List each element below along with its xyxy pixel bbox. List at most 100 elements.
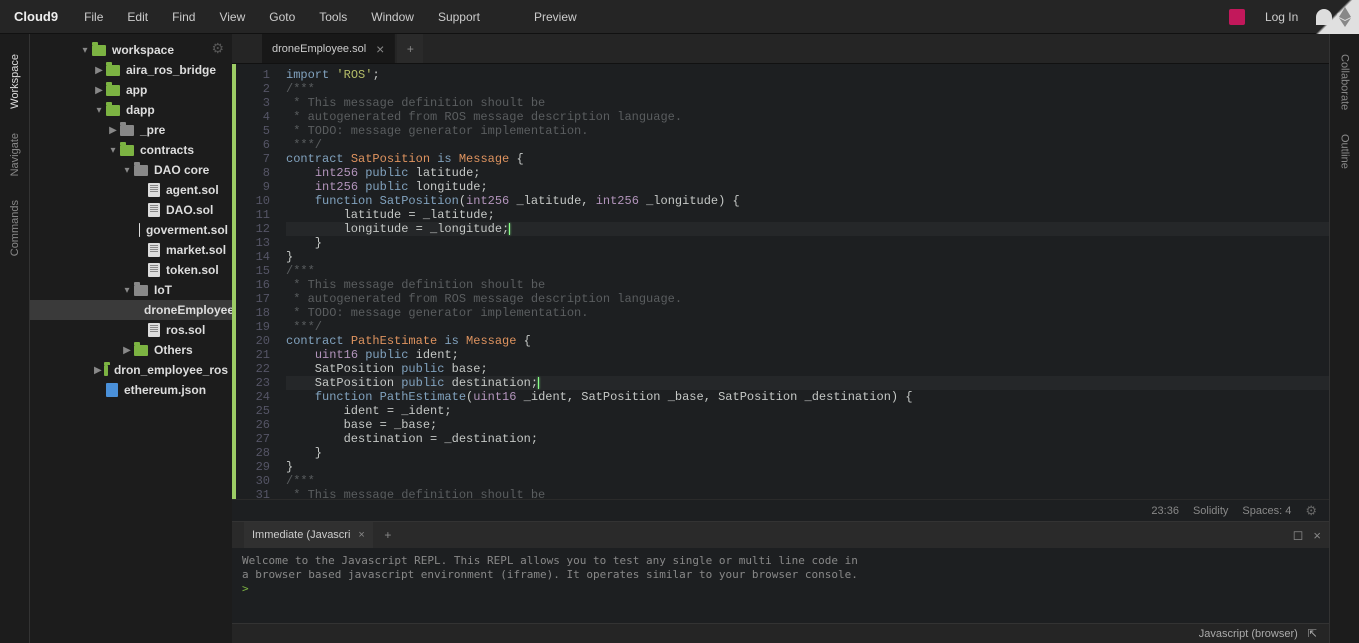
tree-label: ethereum.json: [124, 383, 206, 397]
tree-label: app: [126, 83, 147, 97]
tree-item[interactable]: agent.sol: [30, 180, 232, 200]
gear-icon[interactable]: ⚙: [1305, 503, 1317, 519]
tree-label: agent.sol: [166, 183, 219, 197]
tree-item[interactable]: droneEmployee.sol: [30, 300, 232, 320]
tree-item[interactable]: ethereum.json: [30, 380, 232, 400]
close-icon[interactable]: ×: [358, 529, 364, 541]
folder-icon: [92, 45, 106, 56]
rail-collaborate[interactable]: Collaborate: [1335, 42, 1355, 122]
folder-icon: [120, 145, 134, 156]
menu-file[interactable]: File: [72, 0, 115, 34]
bottom-status-bar: Javascript (browser) ⇱: [232, 623, 1329, 643]
menu-goto[interactable]: Goto: [257, 0, 307, 34]
close-panel-icon[interactable]: ×: [1313, 528, 1321, 543]
rail-navigate[interactable]: Navigate: [5, 121, 25, 188]
folder-icon: [106, 65, 120, 76]
new-tab-button[interactable]: +: [397, 34, 423, 63]
code-line: }: [286, 446, 1329, 460]
tree-item[interactable]: ▶app: [30, 80, 232, 100]
menu-edit[interactable]: Edit: [115, 0, 160, 34]
code-line: uint16 public ident;: [286, 348, 1329, 362]
code-line: /***: [286, 82, 1329, 96]
rail-commands[interactable]: Commands: [5, 188, 25, 268]
file-icon: [139, 223, 140, 237]
tree-item[interactable]: ▾contracts: [30, 140, 232, 160]
tree-item[interactable]: ▶_pre: [30, 120, 232, 140]
close-icon[interactable]: ×: [376, 41, 384, 57]
tree-label: _pre: [140, 123, 165, 137]
tree-item[interactable]: goverment.sol: [30, 220, 232, 240]
code-line: * This message definition shoult be: [286, 96, 1329, 110]
console-mode[interactable]: Javascript (browser): [1199, 628, 1298, 640]
editor-tab[interactable]: droneEmployee.sol ×: [262, 34, 395, 63]
folder-icon: [106, 105, 120, 116]
tree-item[interactable]: ▶Others: [30, 340, 232, 360]
code-line: * TODO: message generator implementation…: [286, 124, 1329, 138]
menubar: Cloud9 FileEditFindViewGotoToolsWindowSu…: [0, 0, 1359, 34]
indent-mode[interactable]: Spaces: 4: [1242, 505, 1291, 517]
tree-item[interactable]: ▾dapp: [30, 100, 232, 120]
tree-label: workspace: [112, 43, 174, 57]
console-prompt: >: [242, 582, 249, 595]
code-line: base = _base;: [286, 418, 1329, 432]
menu-support[interactable]: Support: [426, 0, 492, 34]
console-body[interactable]: Welcome to the Javascript REPL. This REP…: [232, 548, 1329, 623]
console-text: a browser based javascript environment (…: [242, 568, 1319, 582]
console-tab[interactable]: Immediate (Javascri ×: [244, 522, 373, 548]
menu-find[interactable]: Find: [160, 0, 207, 34]
share-icon[interactable]: [1229, 9, 1245, 25]
right-rail: Collaborate Outline: [1329, 34, 1359, 643]
cursor-pos[interactable]: 23:36: [1151, 505, 1179, 517]
tree-item[interactable]: ▾DAO core: [30, 160, 232, 180]
code-line: ***/: [286, 138, 1329, 152]
tree-item[interactable]: ▶aira_ros_bridge: [30, 60, 232, 80]
folder-icon: [134, 345, 148, 356]
tree-item[interactable]: ros.sol: [30, 320, 232, 340]
code-line: int256 public longitude;: [286, 180, 1329, 194]
login-link[interactable]: Log In: [1255, 10, 1308, 24]
corner-badge: [1309, 0, 1359, 34]
code-content[interactable]: import 'ROS';/*** * This message definit…: [278, 64, 1329, 499]
tree-item[interactable]: ▶dron_employee_ros: [30, 360, 232, 380]
code-line: ident = _ident;: [286, 404, 1329, 418]
new-console-tab[interactable]: +: [375, 522, 401, 548]
code-line: }: [286, 250, 1329, 264]
tab-label: droneEmployee.sol: [272, 43, 366, 55]
menu-view[interactable]: View: [207, 0, 257, 34]
file-icon: [148, 323, 160, 337]
tree-label: ros.sol: [166, 323, 205, 337]
tree-root[interactable]: ▾ workspace: [30, 40, 232, 60]
file-icon: [148, 203, 160, 217]
file-icon: [148, 263, 160, 277]
language-mode[interactable]: Solidity: [1193, 505, 1228, 517]
rail-workspace[interactable]: Workspace: [5, 42, 25, 121]
preview-menu[interactable]: Preview: [522, 0, 589, 34]
code-line: * This message definition shoult be: [286, 278, 1329, 292]
gear-icon[interactable]: ⚙: [211, 40, 224, 57]
brand[interactable]: Cloud9: [8, 9, 72, 24]
tree-item[interactable]: market.sol: [30, 240, 232, 260]
detach-icon[interactable]: ⇱: [1308, 627, 1317, 640]
tree-item[interactable]: token.sol: [30, 260, 232, 280]
tree-label: Others: [154, 343, 193, 357]
code-line: /***: [286, 474, 1329, 488]
file-icon: [148, 243, 160, 257]
code-line: import 'ROS';: [286, 68, 1329, 82]
code-line: function PathEstimate(uint16 _ident, Sat…: [286, 390, 1329, 404]
json-icon: [106, 383, 118, 397]
tree-label: token.sol: [166, 263, 219, 277]
tree-label: IoT: [154, 283, 172, 297]
code-line: contract SatPosition is Message {: [286, 152, 1329, 166]
maximize-icon[interactable]: ◻: [1293, 527, 1304, 543]
menu-window[interactable]: Window: [359, 0, 426, 34]
tree-item[interactable]: DAO.sol: [30, 200, 232, 220]
tree-item[interactable]: ▾IoT: [30, 280, 232, 300]
rail-outline[interactable]: Outline: [1335, 122, 1355, 181]
code-line: * TODO: message generator implementation…: [286, 306, 1329, 320]
console-tab-label: Immediate (Javascri: [252, 529, 350, 541]
console-panel: Immediate (Javascri × + ◻ × Welcome to t…: [232, 521, 1329, 623]
code-editor[interactable]: 1234567891011121314151617181920212223242…: [232, 64, 1329, 499]
tree-label: DAO core: [154, 163, 209, 177]
tree-label: market.sol: [166, 243, 226, 257]
menu-tools[interactable]: Tools: [307, 0, 359, 34]
